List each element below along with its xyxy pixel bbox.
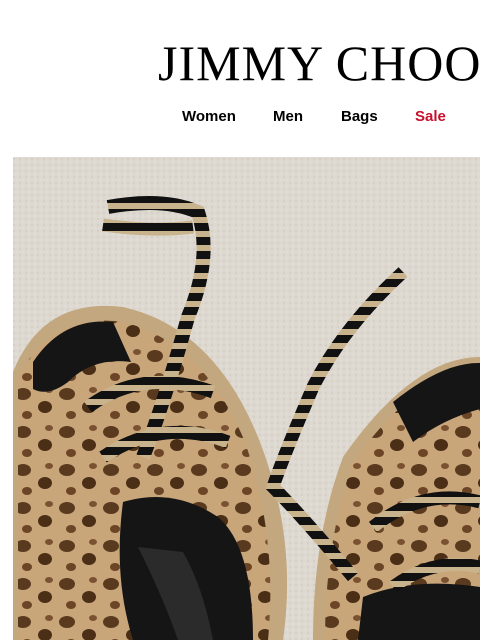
nav-item-bags[interactable]: Bags	[341, 107, 378, 127]
nav-item-women[interactable]: Women	[182, 107, 236, 127]
nav-item-men[interactable]: Men	[273, 107, 303, 127]
hero-image[interactable]	[13, 157, 480, 640]
main-nav: Women Men Bags Sale	[0, 107, 480, 129]
brand-logo[interactable]: JIMMY CHOO	[158, 36, 480, 90]
leopard-sneakers-photo	[13, 157, 480, 640]
nav-item-sale[interactable]: Sale	[415, 107, 446, 127]
